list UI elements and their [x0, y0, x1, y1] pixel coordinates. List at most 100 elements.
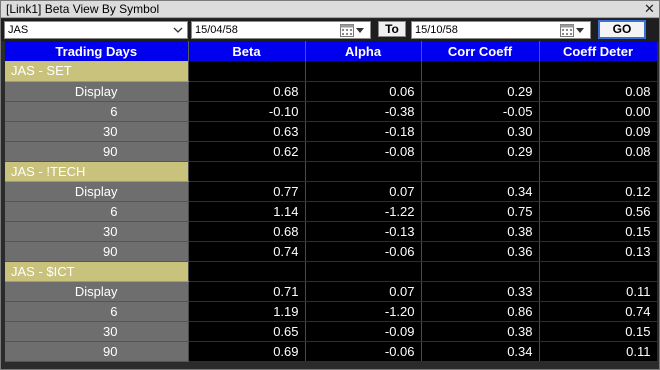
alpha-cell: -1.22 — [305, 201, 422, 222]
group-blank-cell — [305, 261, 422, 282]
group-blank-cell — [421, 61, 540, 82]
corr-coeff-cell: 0.75 — [421, 201, 540, 222]
header-beta[interactable]: Beta — [188, 41, 306, 61]
symbol-dropdown[interactable] — [4, 21, 188, 39]
symbol-input[interactable] — [5, 22, 169, 38]
coeff-deter-cell: 0.00 — [539, 101, 658, 122]
coeff-deter-cell: 0.09 — [539, 121, 658, 142]
header-trading-days[interactable]: Trading Days — [5, 41, 189, 61]
trading-days-cell: 90 — [5, 241, 189, 262]
beta-cell: 0.63 — [188, 121, 306, 142]
corr-coeff-cell: 0.29 — [421, 141, 540, 162]
title-bar[interactable]: [Link1] Beta View By Symbol ✕ — [1, 1, 659, 18]
table-row[interactable]: 6 1.14 -1.22 0.75 0.56 — [5, 201, 658, 222]
group-label: JAS - !TECH — [5, 161, 189, 182]
coeff-deter-cell: 0.08 — [539, 141, 658, 162]
header-coeff-deter[interactable]: Coeff Deter — [539, 41, 658, 61]
toolbar: To GO — [1, 19, 659, 41]
corr-coeff-cell: 0.33 — [421, 281, 540, 302]
beta-cell: 1.14 — [188, 201, 306, 222]
corr-coeff-cell: 0.34 — [421, 181, 540, 202]
trading-days-cell: 30 — [5, 221, 189, 242]
table-row[interactable]: 30 0.65 -0.09 0.38 0.15 — [5, 321, 658, 342]
group-blank-cell — [421, 261, 540, 282]
group-row[interactable]: JAS - SET — [5, 61, 658, 82]
beta-cell: 0.62 — [188, 141, 306, 162]
beta-cell: 0.74 — [188, 241, 306, 262]
coeff-deter-cell: 0.74 — [539, 301, 658, 322]
group-blank-cell — [188, 61, 306, 82]
corr-coeff-cell: 0.38 — [421, 221, 540, 242]
table-row[interactable]: 30 0.63 -0.18 0.30 0.09 — [5, 121, 658, 142]
beta-cell: 0.65 — [188, 321, 306, 342]
trading-days-cell: 6 — [5, 101, 189, 122]
trading-days-cell: 30 — [5, 321, 189, 342]
group-blank-cell — [539, 261, 658, 282]
corr-coeff-cell: 0.86 — [421, 301, 540, 322]
table-row[interactable]: 6 -0.10 -0.38 -0.05 0.00 — [5, 101, 658, 122]
corr-coeff-cell: -0.05 — [421, 101, 540, 122]
from-date-input[interactable] — [192, 22, 332, 38]
header-corr-coeff[interactable]: Corr Coeff — [421, 41, 540, 61]
to-date-picker[interactable] — [411, 21, 591, 39]
group-row[interactable]: JAS - $ICT — [5, 261, 658, 282]
group-blank-cell — [188, 261, 306, 282]
table-header-row: Trading Days Beta Alpha Corr Coeff Coeff… — [5, 41, 658, 61]
beta-cell: 1.19 — [188, 301, 306, 322]
table-row[interactable]: Display 0.68 0.06 0.29 0.08 — [5, 81, 658, 102]
scrollbar[interactable] — [657, 41, 659, 361]
beta-table: Trading Days Beta Alpha Corr Coeff Coeff… — [5, 41, 658, 362]
table-row[interactable]: 90 0.74 -0.06 0.36 0.13 — [5, 241, 658, 262]
group-blank-cell — [305, 161, 422, 182]
header-alpha[interactable]: Alpha — [305, 41, 422, 61]
to-label: To — [378, 21, 406, 37]
beta-cell: 0.69 — [188, 341, 306, 362]
trading-days-cell: 30 — [5, 121, 189, 142]
window-title: [Link1] Beta View By Symbol — [6, 2, 160, 16]
alpha-cell: 0.07 — [305, 181, 422, 202]
alpha-cell: -0.18 — [305, 121, 422, 142]
beta-cell: 0.71 — [188, 281, 306, 302]
coeff-deter-cell: 0.15 — [539, 221, 658, 242]
coeff-deter-cell: 0.08 — [539, 81, 658, 102]
to-date-input[interactable] — [412, 22, 552, 38]
alpha-cell: -0.38 — [305, 101, 422, 122]
group-row[interactable]: JAS - !TECH — [5, 161, 658, 182]
trading-days-cell: 6 — [5, 201, 189, 222]
table-row[interactable]: 30 0.68 -0.13 0.38 0.15 — [5, 221, 658, 242]
corr-coeff-cell: 0.30 — [421, 121, 540, 142]
beta-cell: 0.77 — [188, 181, 306, 202]
group-blank-cell — [188, 161, 306, 182]
go-button[interactable]: GO — [598, 20, 646, 39]
chevron-down-icon[interactable] — [170, 22, 186, 38]
group-label: JAS - $ICT — [5, 261, 189, 282]
to-calendar-icon[interactable] — [560, 23, 586, 37]
alpha-cell: -0.06 — [305, 241, 422, 262]
group-blank-cell — [539, 161, 658, 182]
alpha-cell: 0.07 — [305, 281, 422, 302]
corr-coeff-cell: 0.34 — [421, 341, 540, 362]
trading-days-cell: 90 — [5, 141, 189, 162]
group-blank-cell — [539, 61, 658, 82]
table-row[interactable]: Display 0.77 0.07 0.34 0.12 — [5, 181, 658, 202]
from-date-picker[interactable] — [191, 21, 371, 39]
trading-days-cell: 90 — [5, 341, 189, 362]
corr-coeff-cell: 0.38 — [421, 321, 540, 342]
alpha-cell: -0.09 — [305, 321, 422, 342]
table-row[interactable]: 6 1.19 -1.20 0.86 0.74 — [5, 301, 658, 322]
table-row[interactable]: 90 0.62 -0.08 0.29 0.08 — [5, 141, 658, 162]
from-calendar-icon[interactable] — [340, 23, 366, 37]
beta-cell: 0.68 — [188, 221, 306, 242]
table-row[interactable]: 90 0.69 -0.06 0.34 0.11 — [5, 341, 658, 362]
alpha-cell: 0.06 — [305, 81, 422, 102]
trading-days-cell: Display — [5, 181, 189, 202]
coeff-deter-cell: 0.13 — [539, 241, 658, 262]
alpha-cell: -1.20 — [305, 301, 422, 322]
alpha-cell: -0.08 — [305, 141, 422, 162]
close-icon[interactable]: ✕ — [642, 2, 657, 16]
beta-cell: -0.10 — [188, 101, 306, 122]
group-label: JAS - SET — [5, 61, 189, 82]
coeff-deter-cell: 0.12 — [539, 181, 658, 202]
table-row[interactable]: Display 0.71 0.07 0.33 0.11 — [5, 281, 658, 302]
corr-coeff-cell: 0.29 — [421, 81, 540, 102]
